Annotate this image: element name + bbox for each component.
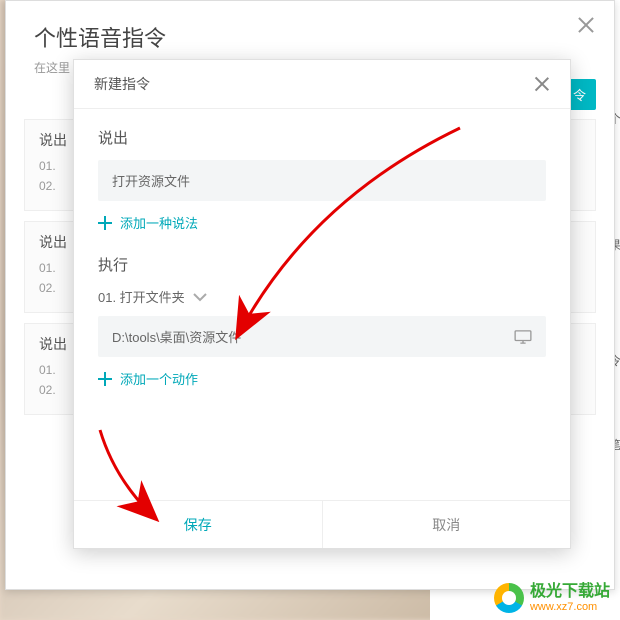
add-action-button[interactable]: 添加一个动作 bbox=[98, 369, 546, 388]
add-phrase-button[interactable]: 添加一种说法 bbox=[98, 213, 546, 232]
dialog-footer: 保存 取消 bbox=[74, 500, 570, 548]
exec-step-select[interactable]: 01. 打开文件夹 bbox=[98, 287, 546, 306]
close-icon[interactable] bbox=[534, 76, 550, 92]
dialog-header: 新建指令 bbox=[74, 60, 570, 109]
brand-logo-icon bbox=[494, 583, 524, 613]
say-input-value: 打开资源文件 bbox=[112, 171, 190, 190]
exec-step-label: 01. 打开文件夹 bbox=[98, 287, 185, 306]
path-input[interactable]: D:\tools\桌面\资源文件 bbox=[98, 316, 546, 357]
exec-label: 执行 bbox=[98, 254, 546, 275]
path-value: D:\tools\桌面\资源文件 bbox=[112, 327, 241, 346]
brand-name: 极光下载站 bbox=[530, 583, 610, 601]
monitor-icon[interactable] bbox=[514, 330, 532, 344]
plus-icon bbox=[98, 372, 112, 386]
close-icon[interactable] bbox=[576, 15, 596, 35]
cancel-button[interactable]: 取消 bbox=[323, 501, 571, 548]
dialog-title: 新建指令 bbox=[94, 74, 150, 94]
add-action-label: 添加一个动作 bbox=[120, 369, 198, 388]
page-title: 个性语音指令 bbox=[34, 21, 586, 53]
plus-icon bbox=[98, 216, 112, 230]
save-button[interactable]: 保存 bbox=[74, 501, 323, 548]
brand-url: www.xz7.com bbox=[530, 601, 610, 614]
brand: 极光下载站 www.xz7.com bbox=[494, 583, 610, 614]
say-label: 说出 bbox=[98, 127, 546, 148]
chevron-down-icon bbox=[193, 292, 207, 302]
say-input[interactable]: 打开资源文件 bbox=[98, 160, 546, 201]
add-phrase-label: 添加一种说法 bbox=[120, 213, 198, 232]
new-command-dialog: 新建指令 说出 打开资源文件 添加一种说法 执行 01. 打开文件夹 D:\to… bbox=[73, 59, 571, 549]
